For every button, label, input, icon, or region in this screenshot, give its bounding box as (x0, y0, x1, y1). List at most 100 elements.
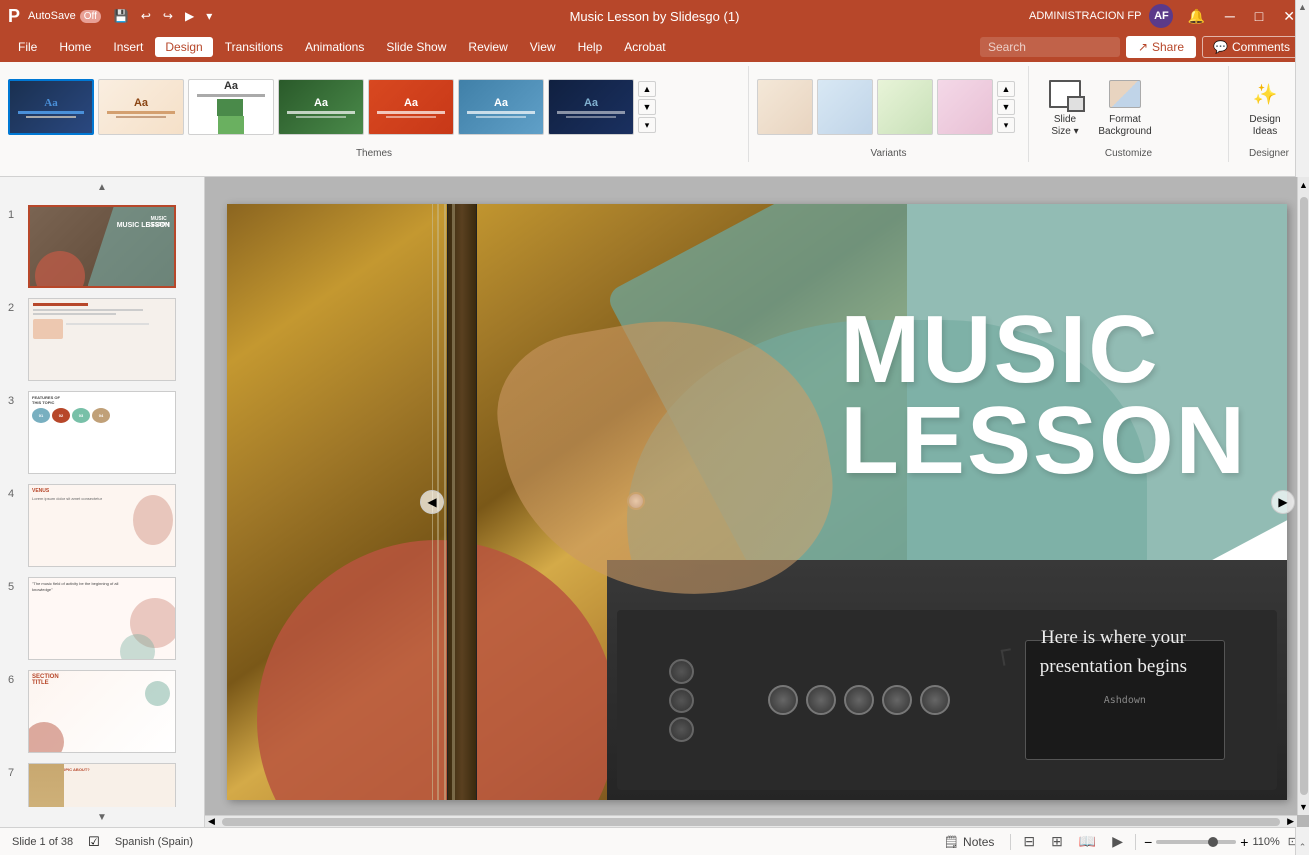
prev-slide-button[interactable]: ◀ (420, 490, 444, 514)
zoom-control: − + 110% (1144, 834, 1280, 850)
slide-number-2: 2 (8, 302, 20, 314)
menu-review[interactable]: Review (458, 37, 517, 57)
menu-design[interactable]: Design (155, 37, 212, 57)
user-avatar[interactable]: AF (1149, 4, 1173, 28)
theme-2[interactable]: Aa (98, 79, 184, 135)
variant-scroll-more[interactable]: ▾ (997, 117, 1015, 133)
menu-help[interactable]: Help (568, 37, 613, 57)
slide-preview-1: MUSICLESSON (28, 205, 176, 288)
status-divider-2 (1135, 834, 1136, 850)
slide-preview-6: SECTIONTITLE (28, 670, 176, 753)
comments-button[interactable]: 💬 Comments (1202, 36, 1301, 58)
save-button[interactable]: 💾 (109, 7, 134, 25)
theme-scroll-more[interactable]: ▾ (638, 117, 656, 133)
share-button[interactable]: ↗ Share (1126, 36, 1196, 58)
themes-content: Aa Aa Aa (8, 66, 740, 148)
next-slide-button[interactable]: ▶ (1271, 490, 1295, 514)
notes-label: Notes (963, 835, 994, 849)
slide-canvas[interactable]: Ashdown MUSIC LESSON Here is (227, 204, 1287, 800)
knob-group (669, 659, 694, 742)
theme-5[interactable]: Aa (368, 79, 454, 135)
reading-view-button[interactable]: 📖 (1075, 831, 1100, 852)
vscroll-down[interactable]: ▼ (1299, 799, 1308, 815)
slide-number-6: 6 (8, 674, 20, 686)
slide-preview-5: "The music field of activity be the begi… (28, 577, 176, 660)
slide-thumb-7[interactable]: 7 WHAT IS THIS TOPIC ABOUT? (8, 763, 196, 807)
menu-acrobat[interactable]: Acrobat (614, 37, 675, 57)
design-ideas-button[interactable]: ✨ DesignIdeas (1237, 72, 1293, 142)
undo-button[interactable]: ↩ (136, 7, 156, 25)
format-background-button[interactable]: FormatBackground (1097, 72, 1153, 142)
variant-4[interactable] (937, 79, 993, 135)
design-ideas-label: DesignIdeas (1249, 114, 1280, 138)
slide-thumb-3[interactable]: 3 FEATURES OFTHIS TOPIC 01 02 03 04 (8, 391, 196, 474)
menu-insert[interactable]: Insert (103, 37, 153, 57)
zoom-slider[interactable] (1156, 840, 1236, 844)
autosave-toggle[interactable]: Off (80, 10, 101, 23)
hscroll-left[interactable]: ◀ (205, 816, 218, 827)
redo-button[interactable]: ↪ (158, 7, 178, 25)
menu-animations[interactable]: Animations (295, 37, 374, 57)
menu-file[interactable]: File (8, 37, 47, 57)
title-bar-left: P AutoSave Off 💾 ↩ ↪ ▶ ▾ (8, 6, 217, 27)
ribbon-collapse-btn[interactable]: ⌃ (1299, 842, 1307, 853)
menu-transitions[interactable]: Transitions (215, 37, 293, 57)
ribbon-toggle-button[interactable]: 🔔 (1181, 6, 1210, 27)
zoom-in-button[interactable]: + (1240, 834, 1248, 850)
theme-7[interactable]: Aa (548, 79, 634, 135)
prev-slide-nav: ◀ (420, 490, 444, 514)
menu-slideshow[interactable]: Slide Show (376, 37, 456, 57)
theme-6[interactable]: Aa (458, 79, 544, 135)
slide-thumb-6[interactable]: 6 SECTIONTITLE (8, 670, 196, 753)
undo-redo-group: 💾 ↩ ↪ ▶ ▾ (109, 7, 217, 25)
menu-home[interactable]: Home (49, 37, 101, 57)
hscroll-right[interactable]: ▶ (1284, 816, 1297, 827)
theme-scroll-down[interactable]: ▼ (638, 99, 656, 115)
theme-scroll-up[interactable]: ▲ (638, 81, 656, 97)
customize-label: Customize (1037, 148, 1220, 162)
variant-1[interactable] (757, 79, 813, 135)
slide-subtitle[interactable]: Here is where your presentation begins (1040, 624, 1187, 681)
format-background-label: FormatBackground (1098, 114, 1151, 138)
variant-scroll-down[interactable]: ▼ (997, 99, 1015, 115)
theme-1[interactable]: Aa (8, 79, 94, 135)
variant-scroll-up[interactable]: ▲ (997, 81, 1015, 97)
ribbon-scroll-up[interactable]: ▲ (1298, 2, 1307, 12)
slide-thumb-1[interactable]: 1 MUSICLESSON (8, 205, 196, 288)
designer-content: ✨ DesignIdeas (1237, 66, 1301, 148)
zoom-out-button[interactable]: − (1144, 834, 1152, 850)
search-input[interactable] (980, 37, 1120, 57)
slide-panel-scroll-down[interactable]: ▼ (97, 812, 107, 823)
slide-size-button[interactable]: SlideSize ▾ (1037, 72, 1093, 142)
menu-view[interactable]: View (520, 37, 566, 57)
present-button[interactable]: ▶ (180, 7, 199, 25)
slide-title[interactable]: MUSIC LESSON (840, 304, 1247, 486)
slide-thumb-2[interactable]: 2 (8, 298, 196, 381)
variants-group: ▲ ▼ ▾ Variants (749, 66, 1029, 162)
slide-thumb-5[interactable]: 5 "The music field of activity be the be… (8, 577, 196, 660)
slide-thumb-4[interactable]: 4 VENUS Lorem ipsum dolor sit amet conse… (8, 484, 196, 567)
variant-3[interactable] (877, 79, 933, 135)
slide-panel-scroll-up[interactable]: ▲ (97, 182, 107, 193)
notes-button[interactable]: 🗒 Notes (936, 833, 1003, 851)
theme-4[interactable]: Aa (278, 79, 364, 135)
minimize-button[interactable]: ─ (1219, 6, 1241, 26)
maximize-button[interactable]: □ (1249, 6, 1269, 26)
slideshow-button[interactable]: ▶ (1108, 831, 1127, 852)
normal-view-button[interactable]: ⊟ (1019, 831, 1039, 852)
slide-panel-scroll[interactable]: 1 MUSICLESSON 2 (0, 197, 204, 807)
slide-sorter-button[interactable]: ⊞ (1047, 831, 1067, 852)
language-info: Spanish (Spain) (115, 836, 193, 848)
variant-2[interactable] (817, 79, 873, 135)
horizontal-scrollbar[interactable]: ◀ ▶ (205, 815, 1297, 827)
vscroll-up[interactable]: ▲ (1299, 177, 1308, 193)
theme-3[interactable]: Aa (188, 79, 274, 135)
ribbon-inner: Aa Aa Aa (0, 62, 1309, 162)
user-name-label: ADMINISTRACION FP (1029, 10, 1141, 22)
slide-preview-7: WHAT IS THIS TOPIC ABOUT? (28, 763, 176, 807)
slide-size-icon (1047, 76, 1083, 112)
slide-info: Slide 1 of 38 (12, 836, 73, 848)
accessibility-check-button[interactable]: ☑ (85, 833, 103, 851)
customize-qat-button[interactable]: ▾ (201, 7, 217, 25)
vertical-scrollbar[interactable]: ▲ ▼ (1297, 177, 1309, 815)
